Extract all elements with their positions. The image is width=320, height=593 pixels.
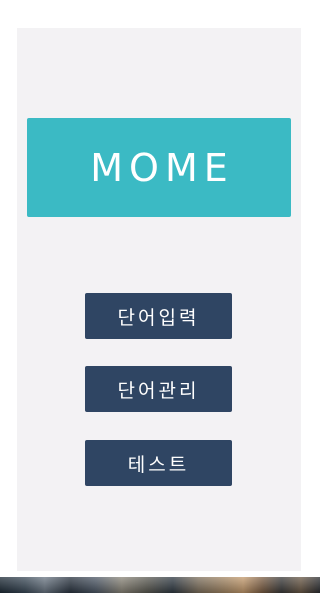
word-manage-button[interactable]: 단어관리 xyxy=(85,366,232,412)
app-screen: MOME 단어입력 단어관리 테스트 xyxy=(0,0,320,593)
wallpaper-strip xyxy=(0,577,320,593)
test-button[interactable]: 테스트 xyxy=(85,440,232,486)
app-logo-banner: MOME xyxy=(27,118,291,217)
word-input-button[interactable]: 단어입력 xyxy=(85,293,232,339)
app-logo-text: MOME xyxy=(90,145,234,190)
